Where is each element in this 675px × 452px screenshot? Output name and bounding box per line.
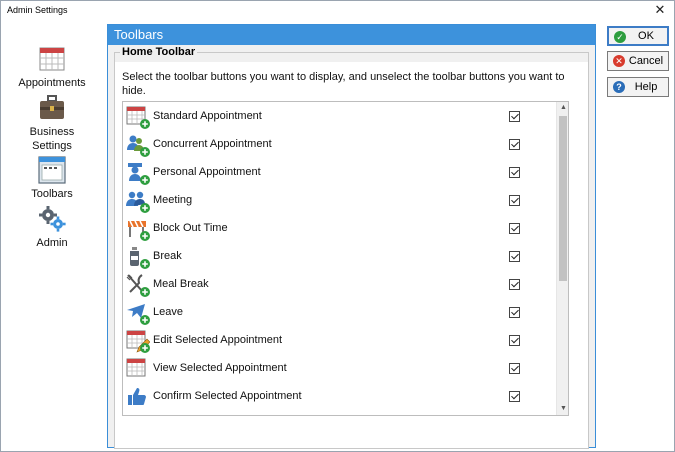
checkbox[interactable] [509, 251, 520, 262]
people-add-icon [127, 135, 150, 157]
title-bar: Admin Settings ✕ [1, 1, 674, 21]
cancel-button[interactable]: ✕ Cancel [607, 51, 669, 71]
coffee-add-icon [130, 247, 150, 269]
help-label: Help [634, 81, 658, 93]
nav-label-appointments: Appointments [18, 77, 86, 89]
list-item-label: Standard Appointment [153, 110, 262, 122]
calendar-add-icon [126, 106, 150, 129]
nav-label-settings: Settings [32, 140, 72, 152]
list-item[interactable]: Personal Appointment [123, 159, 556, 187]
list-item[interactable]: View Selected Appointment [123, 355, 556, 383]
list-item-label: Leave [153, 306, 183, 318]
checkbox[interactable] [509, 279, 520, 290]
checkbox[interactable] [509, 223, 520, 234]
nav-item-toolbars[interactable]: Toolbars [5, 156, 99, 201]
checkbox[interactable] [509, 335, 520, 346]
group-title: Home Toolbar [120, 46, 198, 59]
scroll-up-arrow-icon[interactable]: ▲ [557, 102, 568, 114]
calendar-view-icon [126, 358, 146, 377]
list-item[interactable]: Edit Selected Appointment [123, 327, 556, 355]
instructions-text: Select the toolbar buttons you want to d… [122, 71, 565, 97]
question-mark-icon: ? [613, 81, 625, 93]
list-item[interactable]: Leave [123, 299, 556, 327]
admin-settings-window: Admin Settings ✕ Appointments Business S… [0, 0, 675, 452]
ok-button[interactable]: ✓ OK [607, 26, 669, 46]
calendar-icon [39, 47, 65, 71]
toolbar-window-icon [38, 156, 66, 184]
list-item-label: Concurrent Appointment [153, 138, 272, 150]
calendar-edit-icon [126, 330, 150, 353]
checkbox[interactable] [509, 111, 520, 122]
list-item-label: Meal Break [153, 278, 209, 290]
group-add-icon [126, 191, 150, 213]
checkbox[interactable] [509, 195, 520, 206]
panel-title: Toolbars [108, 25, 595, 45]
nav-label-admin: Admin [36, 237, 68, 249]
ok-label: OK [638, 30, 654, 42]
checkbox[interactable] [509, 167, 520, 178]
briefcase-icon [40, 95, 64, 119]
list-item-label: Edit Selected Appointment [153, 334, 283, 346]
list-item[interactable]: Meal Break [123, 271, 556, 299]
home-toolbar-group: Home Toolbar Select the toolbar buttons … [114, 46, 589, 449]
nav-item-appointments[interactable]: Appointments [5, 45, 99, 90]
cutlery-add-icon [126, 274, 150, 297]
cancel-label: Cancel [628, 55, 664, 67]
list-item-label: Meeting [153, 194, 193, 206]
toolbar-buttons-list[interactable]: Standard Appointment Concurrent Appointme… [122, 101, 569, 416]
nav-label-toolbars: Toolbars [31, 188, 73, 200]
checkbox[interactable] [509, 391, 520, 402]
list-item[interactable]: Concurrent Appointment [123, 131, 556, 159]
list-item[interactable]: Block Out Time [123, 215, 556, 243]
thumbs-up-icon [128, 388, 146, 405]
nav-item-admin[interactable]: Admin [5, 205, 99, 250]
gears-icon [39, 206, 66, 232]
window-title: Admin Settings [7, 5, 68, 15]
plane-add-icon [127, 304, 150, 325]
checkbox[interactable] [509, 307, 520, 318]
scroll-thumb[interactable] [559, 116, 567, 281]
help-button[interactable]: ? Help [607, 77, 669, 97]
cancel-x-icon: ✕ [613, 55, 625, 67]
toolbars-panel: Toolbars Home Toolbar Select the toolbar… [107, 24, 596, 449]
nav-item-business-settings[interactable]: Business Settings [5, 94, 99, 153]
list-item-label: View Selected Appointment [153, 362, 287, 374]
list-item-label: Break [153, 250, 182, 262]
person-add-icon [128, 163, 150, 185]
list-item[interactable]: Break [123, 243, 556, 271]
close-icon[interactable]: ✕ [650, 1, 670, 19]
list-item-label: Personal Appointment [153, 166, 261, 178]
vertical-scrollbar[interactable]: ▲ ▼ [556, 102, 568, 415]
checkmark-icon: ✓ [614, 31, 626, 43]
list-item[interactable]: Standard Appointment [123, 103, 556, 131]
nav-label-business: Business [29, 126, 75, 138]
barrier-add-icon [128, 220, 150, 241]
list-item-label: Block Out Time [153, 222, 228, 234]
list-item[interactable]: Confirm Selected Appointment [123, 383, 556, 411]
list-item[interactable]: Meeting [123, 187, 556, 215]
checkbox[interactable] [509, 139, 520, 150]
checkbox[interactable] [509, 363, 520, 374]
list-item-label: Confirm Selected Appointment [153, 390, 302, 402]
scroll-down-arrow-icon[interactable]: ▼ [557, 403, 568, 415]
